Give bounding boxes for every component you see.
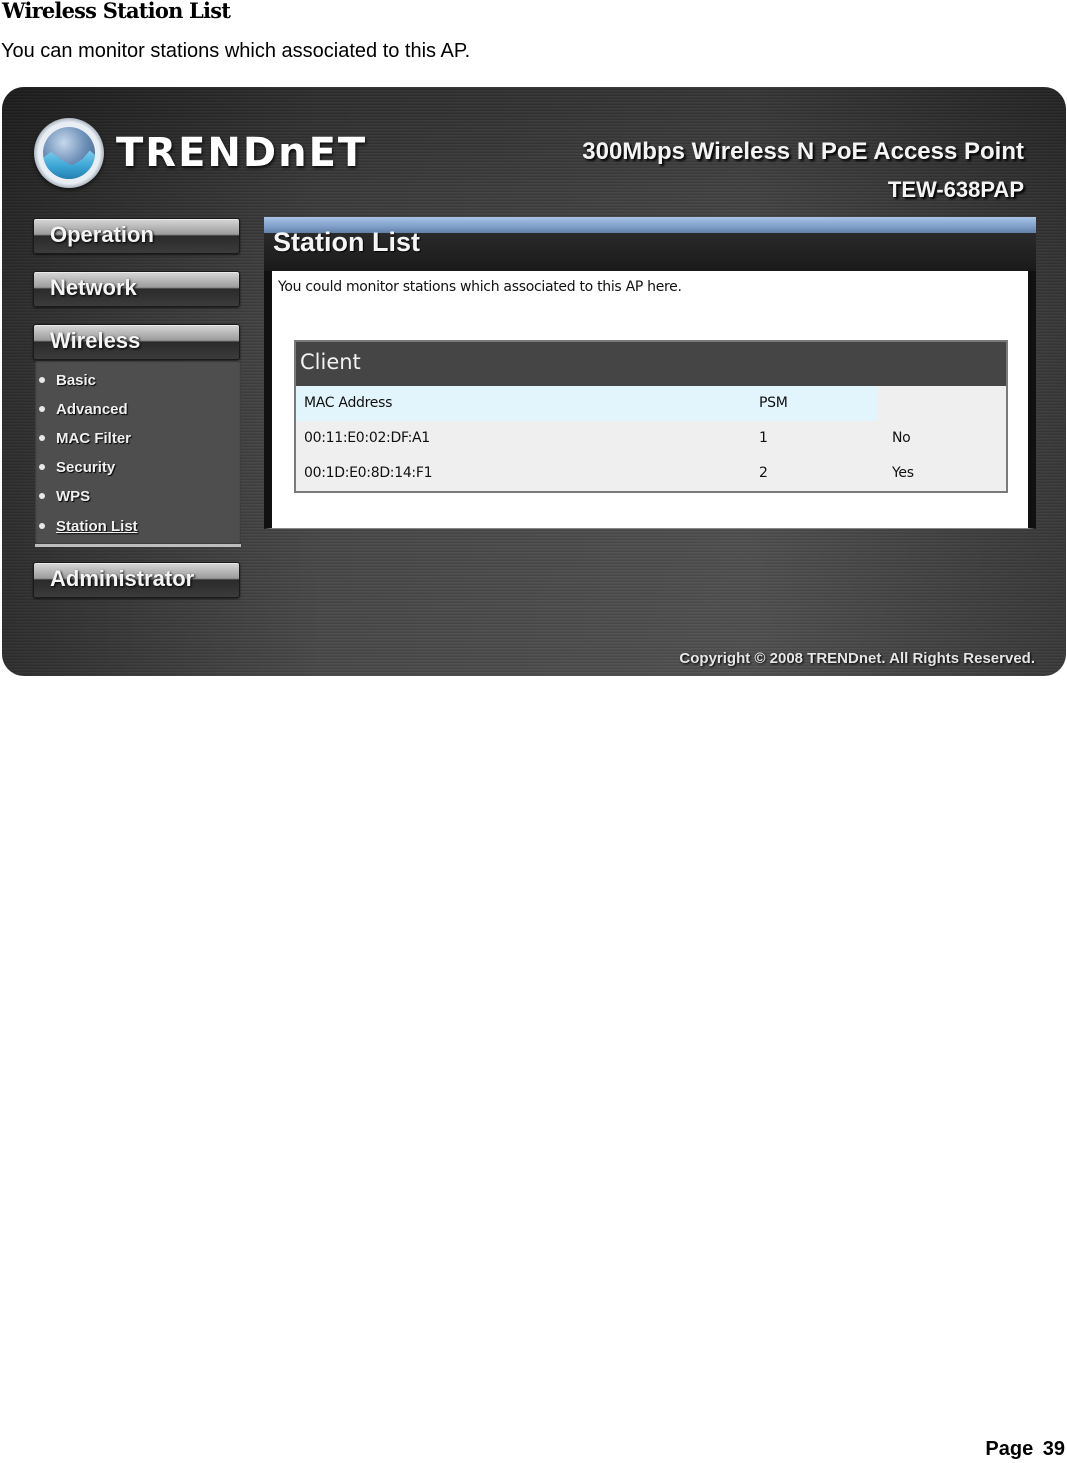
submenu-item-mac-filter[interactable]: MAC Filter <box>39 428 131 448</box>
trendnet-globe-icon <box>34 118 104 188</box>
document-description: You can monitor stations which associate… <box>1 40 471 62</box>
bullet-icon <box>39 406 45 412</box>
client-table-title-bar: Client <box>296 342 1006 386</box>
nav-wireless-button[interactable]: Wireless <box>33 324 240 360</box>
client-table: Client MAC Address PSM 00:11:E0:02:DF:A1… <box>294 340 1008 493</box>
product-model: TEW-638PAP <box>887 177 1024 202</box>
product-title: 300Mbps Wireless N PoE Access Point <box>582 138 1024 165</box>
submenu-item-label: Basic <box>56 371 97 389</box>
router-web-ui: TRENDnET 300Mbps Wireless N PoE Access P… <box>2 87 1066 676</box>
document-heading: Wireless Station List <box>2 0 231 23</box>
submenu-item-wps[interactable]: WPS <box>39 486 90 506</box>
cell-psm: No <box>892 430 911 446</box>
cell-psm: Yes <box>892 465 914 481</box>
bullet-icon <box>39 493 45 499</box>
panel-body: You could monitor stations which associa… <box>264 271 1036 529</box>
column-header-psm: PSM <box>759 395 788 411</box>
cell-index: 1 <box>759 430 768 446</box>
panel-header: Station List <box>264 227 1036 271</box>
cell-mac: 00:11:E0:02:DF:A1 <box>304 430 430 446</box>
submenu-item-label: WPS <box>56 487 91 505</box>
client-table-header-row: MAC Address PSM <box>296 386 1006 421</box>
submenu-item-station-list[interactable]: Station List <box>39 516 138 536</box>
panel-title: Station List <box>273 227 420 257</box>
table-row: 00:11:E0:02:DF:A1 1 No <box>296 421 1006 456</box>
wireless-submenu: Basic Advanced MAC Filter Security WPS S… <box>35 361 241 547</box>
submenu-item-advanced[interactable]: Advanced <box>39 399 128 419</box>
nav-administrator-label: Administrator <box>50 566 195 591</box>
content-panel: Station List You could monitor stations … <box>264 217 1036 529</box>
nav-network-label: Network <box>50 275 137 300</box>
nav-network-button[interactable]: Network <box>33 271 240 307</box>
panel-description: You could monitor stations which associa… <box>278 279 682 295</box>
submenu-item-basic[interactable]: Basic <box>39 370 96 390</box>
submenu-item-security[interactable]: Security <box>39 457 115 477</box>
trendnet-logo: TRENDnET <box>34 115 367 191</box>
bullet-icon <box>39 523 45 529</box>
nav-operation-label: Operation <box>50 222 154 247</box>
cell-mac: 00:1D:E0:8D:14:F1 <box>304 465 433 481</box>
submenu-item-label: Advanced <box>56 400 128 418</box>
page-number: Page 39 <box>985 1438 1065 1460</box>
nav-operation-button[interactable]: Operation <box>33 218 240 254</box>
bullet-icon <box>39 377 45 383</box>
table-row: 00:1D:E0:8D:14:F1 2 Yes <box>296 456 1006 491</box>
nav-wireless-label: Wireless <box>50 328 141 353</box>
bullet-icon <box>39 435 45 441</box>
cell-index: 2 <box>759 465 768 481</box>
copyright-footer: Copyright © 2008 TRENDnet. All Rights Re… <box>679 650 1035 667</box>
nav-administrator-button[interactable]: Administrator <box>33 562 240 598</box>
column-header-mac: MAC Address <box>304 395 393 411</box>
submenu-item-label: Security <box>56 458 116 476</box>
client-table-title: Client <box>300 350 361 374</box>
submenu-item-label: Station List <box>56 517 138 535</box>
brand-name: TRENDnET <box>116 130 368 176</box>
submenu-item-label: MAC Filter <box>56 429 131 447</box>
bullet-icon <box>39 464 45 470</box>
